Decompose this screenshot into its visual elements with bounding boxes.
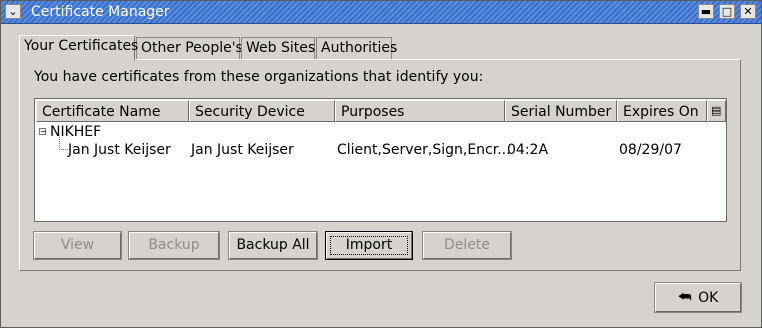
chevron-down-icon[interactable]: ⌄ (5, 4, 21, 19)
intro-text: You have certificates from these organiz… (34, 69, 484, 85)
cert-device-cell[interactable]: Jan Just Keijser (191, 142, 294, 158)
tree-connector (59, 137, 68, 150)
maximize-icon[interactable]: □ (719, 4, 735, 19)
window-title: Certificate Manager (31, 4, 170, 20)
close-icon[interactable]: ✕ (740, 4, 756, 19)
backup-all-button[interactable]: Backup All (228, 231, 318, 260)
ok-button-label: OK (698, 290, 719, 306)
title-bar[interactable]: ⌄ Certificate Manager ▬ □ ✕ (1, 1, 761, 24)
view-button[interactable]: View (33, 231, 122, 260)
collapse-toggle-icon[interactable]: − (39, 128, 47, 136)
cert-expires-cell[interactable]: 08/29/07 (619, 142, 682, 158)
column-header-purposes[interactable]: Purposes (335, 100, 505, 122)
ok-arrow-icon: ⮪ (677, 288, 692, 306)
column-header-security-device[interactable]: Security Device (189, 100, 335, 122)
import-button[interactable]: Import (325, 231, 413, 260)
tab-authorities[interactable]: Authorities (316, 37, 397, 59)
tree-organization[interactable]: NIKHEF (50, 124, 101, 140)
column-picker-icon[interactable]: ▤ (707, 100, 726, 122)
column-header-certificate-name[interactable]: Certificate Name (36, 100, 189, 122)
cert-name-cell[interactable]: Jan Just Keijser (68, 142, 171, 158)
delete-button[interactable]: Delete (422, 231, 512, 260)
focus-ring (330, 236, 408, 255)
cert-serial-cell[interactable]: 04:2A (507, 142, 548, 158)
ok-button[interactable]: ⮪ OK (654, 282, 742, 313)
tab-web-sites[interactable]: Web Sites (241, 37, 315, 59)
column-header-serial-number[interactable]: Serial Number (505, 100, 617, 122)
backup-button[interactable]: Backup (128, 231, 220, 260)
certificate-tree[interactable]: Certificate Name Security Device Purpose… (34, 98, 727, 222)
certificate-manager-window: ⌄ Certificate Manager ▬ □ ✕ Your Certifi… (0, 0, 762, 328)
minimize-icon[interactable]: ▬ (698, 4, 714, 19)
column-header-expires-on[interactable]: Expires On (617, 100, 707, 122)
tab-other-peoples[interactable]: Other People's (136, 37, 243, 59)
tab-your-certificates[interactable]: Your Certificates (19, 35, 138, 61)
cert-purposes-cell[interactable]: Client,Server,Sign,Encr... (337, 142, 511, 158)
